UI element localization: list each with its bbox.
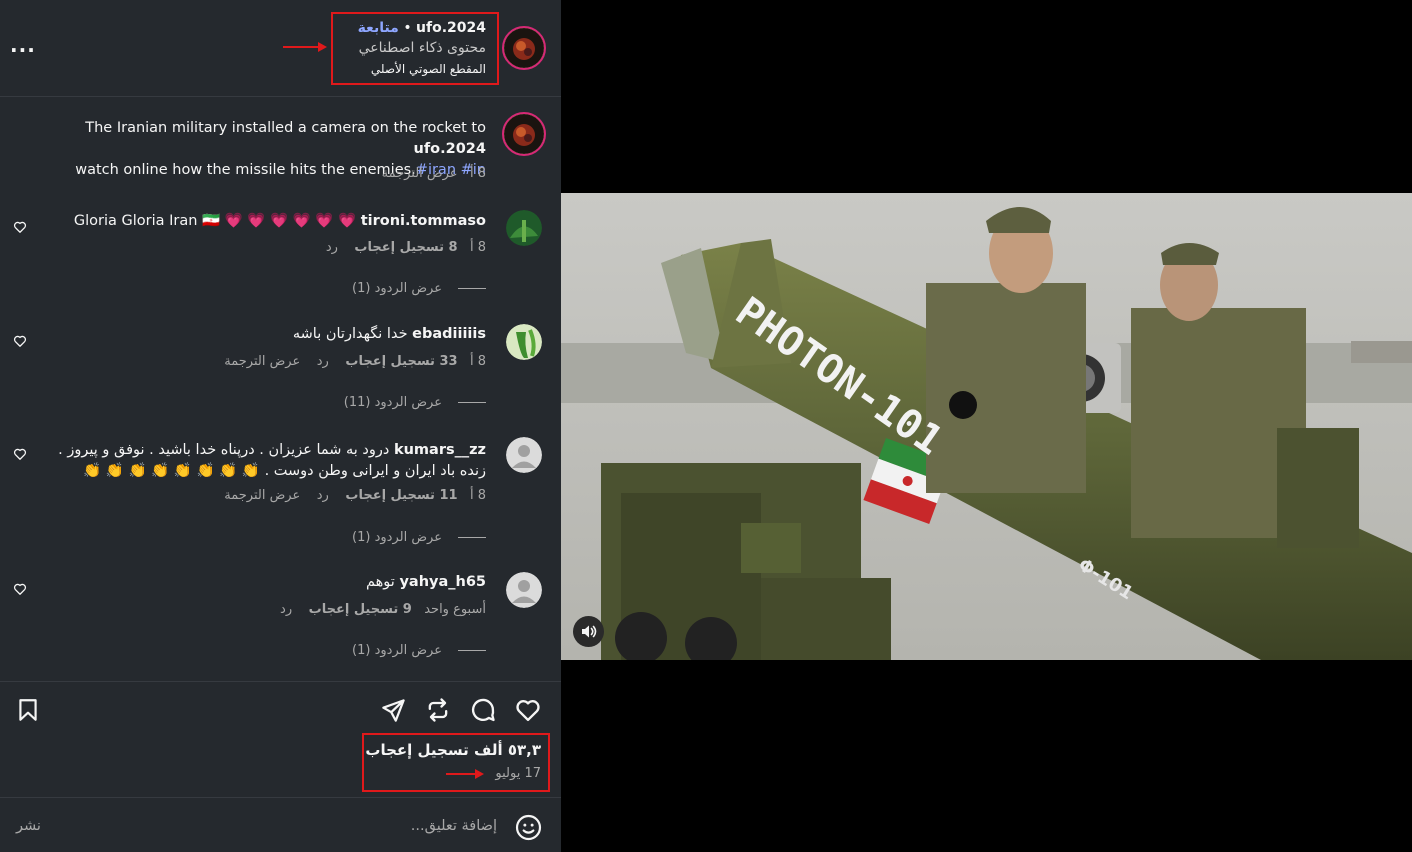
comment-icon[interactable] [469,696,497,724]
annotation-box-likes [362,733,550,792]
actions-divider [0,681,561,682]
view-replies-label[interactable]: عرض الردود (1) [352,643,442,658]
comment-likes[interactable]: 33 تسجيل إعجاب [345,354,457,369]
comment-like-heart-icon[interactable] [13,447,27,461]
caption-username[interactable]: ufo.2024 [414,141,486,157]
author-avatar[interactable] [502,26,546,70]
comment-text-2: زنده باد ایران و ایرانی وطن دوست . 👏 👏 👏… [83,463,486,479]
comment-username[interactable]: ebadiiiiis [412,326,486,342]
comment-meta-tironi: 8 أ 8 تسجيل إعجاب رد [186,240,486,255]
view-replies-label[interactable]: عرض الردود (1) [352,281,442,296]
comment-likes[interactable]: 8 تسجيل إعجاب [354,240,457,255]
emoji-icon[interactable] [514,813,543,842]
comment-meta-kumars: 8 أ 11 تسجيل إعجاب رد عرض الترجمة [186,488,486,503]
comment-time: 8 أ [469,354,486,369]
annotation-arrow-header [283,46,319,48]
volume-button[interactable] [573,616,604,647]
comment-reply-button[interactable]: رد [317,354,329,369]
video-player[interactable]: PHOTON-101 Φ-101 [561,0,1412,852]
comment-reply-button[interactable]: رد [326,240,338,255]
bookmark-icon[interactable] [15,697,41,723]
comment-like-heart-icon[interactable] [13,582,27,596]
comment-reply-button[interactable]: رد [317,488,329,503]
repost-icon[interactable] [424,696,452,724]
comment-text: توهم [366,574,395,590]
header-divider [0,96,561,97]
comment-time: 8 أ [469,488,486,503]
caption-meta: 8 أ عرض الترجمة [186,166,486,181]
caption-body: The Iranian military installed a camera … [85,120,486,136]
comment-like-heart-icon[interactable] [13,220,27,234]
comment-avatar-tironi[interactable] [506,210,542,246]
comment-translate-link[interactable]: عرض الترجمة [224,354,300,369]
comment-like-heart-icon[interactable] [13,334,27,348]
replies-line [458,402,486,403]
replies-line [458,537,486,538]
comment-ebadi: ebadiiiiis خدا نگهدارتان باشه [66,326,486,342]
annotation-arrowhead-date [475,769,484,779]
view-replies-tironi[interactable]: عرض الردود (1) [186,281,486,296]
caption-avatar[interactable] [502,112,546,156]
comment-username[interactable]: kumars__zz [394,442,486,458]
view-replies-ebadi[interactable]: عرض الردود (11) [186,395,486,410]
comment-kumars: kumars__zz درود به شما عزیزان . درپناه خ… [46,440,486,482]
comment-avatar-kumars[interactable] [506,437,542,473]
comment-time: أسبوع واحد [424,602,486,617]
heart-icon[interactable] [514,696,542,724]
comment-tironi: Gloria Gloria Iran 🇮🇷 💗 💗 💗 💗 💗 💗 tironi… [40,212,486,229]
comment-avatar-yahya[interactable] [506,572,542,608]
comment-text: Gloria Gloria Iran 🇮🇷 💗 💗 💗 💗 💗 💗 [73,213,357,229]
post-panel: ... ufo.2024 • متابعة محتوى ذكاء اصطناعي… [0,0,561,852]
comment-avatar-ebadi[interactable] [506,324,542,360]
comment-reply-button[interactable]: رد [280,602,292,617]
more-options-button[interactable]: ... [10,35,35,58]
comment-meta-ebadi: 8 أ 33 تسجيل إعجاب رد عرض الترجمة [186,354,486,369]
video-frame[interactable]: PHOTON-101 Φ-101 [561,193,1412,660]
more-icon: ... [10,33,36,57]
annotation-box-header [331,12,499,85]
comment-text: خدا نگهدارتان باشه [292,326,408,342]
comment-time: 8 أ [469,240,486,255]
comment-likes[interactable]: 9 تسجيل إعجاب [309,602,412,617]
view-replies-label[interactable]: عرض الردود (1) [352,530,442,545]
comment-input[interactable]: إضافة تعليق... [197,818,497,834]
comment-text: درود به شما عزیزان . درپناه خدا باشید . … [58,442,390,458]
view-replies-kumars[interactable]: عرض الردود (1) [186,530,486,545]
share-icon[interactable] [380,697,407,724]
comment-username[interactable]: tironi.tommaso [361,213,486,229]
comment-meta-yahya: أسبوع واحد 9 تسجيل إعجاب رد [186,602,486,617]
post-comment-button[interactable]: نشر [16,818,41,834]
caption-time: 8 أ [469,166,486,181]
annotation-arrowhead-header [318,42,327,52]
view-replies-label[interactable]: عرض الردود (11) [344,395,442,410]
comment-likes[interactable]: 11 تسجيل إعجاب [345,488,457,503]
view-replies-yahya[interactable]: عرض الردود (1) [186,643,486,658]
volume-icon [582,625,597,638]
caption-translate-link[interactable]: عرض الترجمة [382,166,458,181]
replies-line [458,650,486,651]
comment-yahya: yahya_h65 توهم [66,574,486,590]
composer-divider [0,797,561,798]
annotation-arrow-date [446,773,476,775]
replies-line [458,288,486,289]
comment-translate-link[interactable]: عرض الترجمة [224,488,300,503]
comment-username[interactable]: yahya_h65 [399,574,486,590]
